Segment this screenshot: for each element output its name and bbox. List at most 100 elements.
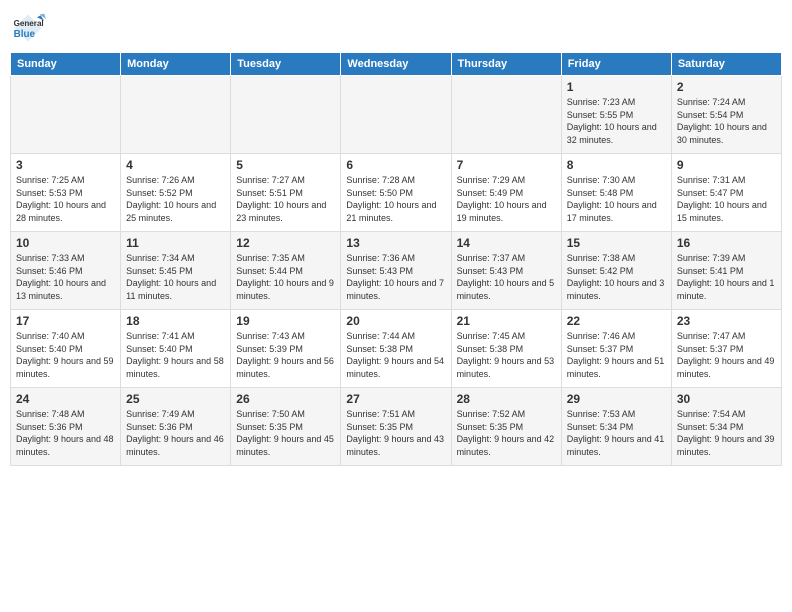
page-header: General Blue xyxy=(10,10,782,46)
day-number: 28 xyxy=(457,392,556,406)
calendar-cell: 20 Sunrise: 7:44 AM Sunset: 5:38 PM Dayli… xyxy=(341,310,451,388)
calendar-body: 1 Sunrise: 7:23 AM Sunset: 5:55 PM Daylig… xyxy=(11,76,782,466)
calendar-cell: 5 Sunrise: 7:27 AM Sunset: 5:51 PM Daylig… xyxy=(231,154,341,232)
calendar-cell: 24 Sunrise: 7:48 AM Sunset: 5:36 PM Dayli… xyxy=(11,388,121,466)
day-info: Sunrise: 7:29 AM Sunset: 5:49 PM Dayligh… xyxy=(457,174,556,224)
day-info: Sunrise: 7:43 AM Sunset: 5:39 PM Dayligh… xyxy=(236,330,335,380)
day-info: Sunrise: 7:24 AM Sunset: 5:54 PM Dayligh… xyxy=(677,96,776,146)
calendar-cell xyxy=(451,76,561,154)
day-number: 19 xyxy=(236,314,335,328)
day-info: Sunrise: 7:46 AM Sunset: 5:37 PM Dayligh… xyxy=(567,330,666,380)
weekday-sunday: Sunday xyxy=(11,53,121,76)
calendar-cell: 8 Sunrise: 7:30 AM Sunset: 5:48 PM Daylig… xyxy=(561,154,671,232)
day-info: Sunrise: 7:31 AM Sunset: 5:47 PM Dayligh… xyxy=(677,174,776,224)
calendar-cell: 29 Sunrise: 7:53 AM Sunset: 5:34 PM Dayli… xyxy=(561,388,671,466)
day-number: 6 xyxy=(346,158,445,172)
day-number: 17 xyxy=(16,314,115,328)
day-number: 29 xyxy=(567,392,666,406)
calendar-cell xyxy=(231,76,341,154)
calendar-week-1: 1 Sunrise: 7:23 AM Sunset: 5:55 PM Daylig… xyxy=(11,76,782,154)
calendar-cell: 14 Sunrise: 7:37 AM Sunset: 5:43 PM Dayli… xyxy=(451,232,561,310)
calendar-cell: 27 Sunrise: 7:51 AM Sunset: 5:35 PM Dayli… xyxy=(341,388,451,466)
day-number: 30 xyxy=(677,392,776,406)
day-number: 16 xyxy=(677,236,776,250)
calendar-week-2: 3 Sunrise: 7:25 AM Sunset: 5:53 PM Daylig… xyxy=(11,154,782,232)
weekday-friday: Friday xyxy=(561,53,671,76)
day-number: 24 xyxy=(16,392,115,406)
calendar-cell: 21 Sunrise: 7:45 AM Sunset: 5:38 PM Dayli… xyxy=(451,310,561,388)
day-info: Sunrise: 7:26 AM Sunset: 5:52 PM Dayligh… xyxy=(126,174,225,224)
calendar-cell: 16 Sunrise: 7:39 AM Sunset: 5:41 PM Dayli… xyxy=(671,232,781,310)
day-number: 25 xyxy=(126,392,225,406)
day-info: Sunrise: 7:49 AM Sunset: 5:36 PM Dayligh… xyxy=(126,408,225,458)
calendar-cell: 3 Sunrise: 7:25 AM Sunset: 5:53 PM Daylig… xyxy=(11,154,121,232)
day-number: 20 xyxy=(346,314,445,328)
calendar-cell: 9 Sunrise: 7:31 AM Sunset: 5:47 PM Daylig… xyxy=(671,154,781,232)
day-number: 22 xyxy=(567,314,666,328)
calendar-cell: 26Sunrise: 7:50 AM Sunset: 5:35 PM Dayli… xyxy=(231,388,341,466)
calendar-cell: 17 Sunrise: 7:40 AM Sunset: 5:40 PM Dayli… xyxy=(11,310,121,388)
day-number: 10 xyxy=(16,236,115,250)
calendar-cell: 7 Sunrise: 7:29 AM Sunset: 5:49 PM Daylig… xyxy=(451,154,561,232)
calendar-cell: 2 Sunrise: 7:24 AM Sunset: 5:54 PM Daylig… xyxy=(671,76,781,154)
day-info: Sunrise: 7:53 AM Sunset: 5:34 PM Dayligh… xyxy=(567,408,666,458)
day-number: 7 xyxy=(457,158,556,172)
day-info: Sunrise: 7:48 AM Sunset: 5:36 PM Dayligh… xyxy=(16,408,115,458)
calendar-cell: 22 Sunrise: 7:46 AM Sunset: 5:37 PM Dayli… xyxy=(561,310,671,388)
day-number: 14 xyxy=(457,236,556,250)
calendar-cell xyxy=(11,76,121,154)
day-info: Sunrise: 7:33 AM Sunset: 5:46 PM Dayligh… xyxy=(16,252,115,302)
day-info: Sunrise: 7:40 AM Sunset: 5:40 PM Dayligh… xyxy=(16,330,115,380)
day-number: 18 xyxy=(126,314,225,328)
calendar-cell: 30 Sunrise: 7:54 AM Sunset: 5:34 PM Dayli… xyxy=(671,388,781,466)
calendar-cell: 11Sunrise: 7:34 AM Sunset: 5:45 PM Dayli… xyxy=(121,232,231,310)
day-number: 21 xyxy=(457,314,556,328)
calendar-cell: 10 Sunrise: 7:33 AM Sunset: 5:46 PM Dayli… xyxy=(11,232,121,310)
weekday-saturday: Saturday xyxy=(671,53,781,76)
calendar-cell: 23Sunrise: 7:47 AM Sunset: 5:37 PM Dayli… xyxy=(671,310,781,388)
calendar-cell xyxy=(121,76,231,154)
day-number: 13 xyxy=(346,236,445,250)
day-info: Sunrise: 7:51 AM Sunset: 5:35 PM Dayligh… xyxy=(346,408,445,458)
weekday-monday: Monday xyxy=(121,53,231,76)
day-number: 27 xyxy=(346,392,445,406)
day-number: 5 xyxy=(236,158,335,172)
day-info: Sunrise: 7:35 AM Sunset: 5:44 PM Dayligh… xyxy=(236,252,335,302)
day-info: Sunrise: 7:39 AM Sunset: 5:41 PM Dayligh… xyxy=(677,252,776,302)
calendar-cell: 28 Sunrise: 7:52 AM Sunset: 5:35 PM Dayli… xyxy=(451,388,561,466)
day-info: Sunrise: 7:36 AM Sunset: 5:43 PM Dayligh… xyxy=(346,252,445,302)
day-info: Sunrise: 7:27 AM Sunset: 5:51 PM Dayligh… xyxy=(236,174,335,224)
weekday-header-row: SundayMondayTuesdayWednesdayThursdayFrid… xyxy=(11,53,782,76)
calendar-cell: 4Sunrise: 7:26 AM Sunset: 5:52 PM Daylig… xyxy=(121,154,231,232)
calendar-week-4: 17 Sunrise: 7:40 AM Sunset: 5:40 PM Dayli… xyxy=(11,310,782,388)
day-info: Sunrise: 7:52 AM Sunset: 5:35 PM Dayligh… xyxy=(457,408,556,458)
day-info: Sunrise: 7:25 AM Sunset: 5:53 PM Dayligh… xyxy=(16,174,115,224)
svg-text:Blue: Blue xyxy=(14,29,36,40)
day-info: Sunrise: 7:54 AM Sunset: 5:34 PM Dayligh… xyxy=(677,408,776,458)
day-number: 1 xyxy=(567,80,666,94)
svg-text:General: General xyxy=(14,19,44,28)
day-info: Sunrise: 7:23 AM Sunset: 5:55 PM Dayligh… xyxy=(567,96,666,146)
weekday-wednesday: Wednesday xyxy=(341,53,451,76)
day-number: 12 xyxy=(236,236,335,250)
calendar-cell: 18Sunrise: 7:41 AM Sunset: 5:40 PM Dayli… xyxy=(121,310,231,388)
logo-icon: General Blue xyxy=(10,10,46,46)
day-info: Sunrise: 7:45 AM Sunset: 5:38 PM Dayligh… xyxy=(457,330,556,380)
day-info: Sunrise: 7:47 AM Sunset: 5:37 PM Dayligh… xyxy=(677,330,776,380)
day-number: 15 xyxy=(567,236,666,250)
day-info: Sunrise: 7:37 AM Sunset: 5:43 PM Dayligh… xyxy=(457,252,556,302)
day-number: 9 xyxy=(677,158,776,172)
day-info: Sunrise: 7:44 AM Sunset: 5:38 PM Dayligh… xyxy=(346,330,445,380)
day-info: Sunrise: 7:28 AM Sunset: 5:50 PM Dayligh… xyxy=(346,174,445,224)
day-number: 3 xyxy=(16,158,115,172)
day-info: Sunrise: 7:50 AM Sunset: 5:35 PM Dayligh… xyxy=(236,408,335,458)
calendar-week-3: 10 Sunrise: 7:33 AM Sunset: 5:46 PM Dayli… xyxy=(11,232,782,310)
day-number: 2 xyxy=(677,80,776,94)
day-info: Sunrise: 7:30 AM Sunset: 5:48 PM Dayligh… xyxy=(567,174,666,224)
day-number: 11 xyxy=(126,236,225,250)
calendar-week-5: 24 Sunrise: 7:48 AM Sunset: 5:36 PM Dayli… xyxy=(11,388,782,466)
weekday-tuesday: Tuesday xyxy=(231,53,341,76)
calendar-cell: 12 Sunrise: 7:35 AM Sunset: 5:44 PM Dayli… xyxy=(231,232,341,310)
day-number: 8 xyxy=(567,158,666,172)
calendar-table: SundayMondayTuesdayWednesdayThursdayFrid… xyxy=(10,52,782,466)
